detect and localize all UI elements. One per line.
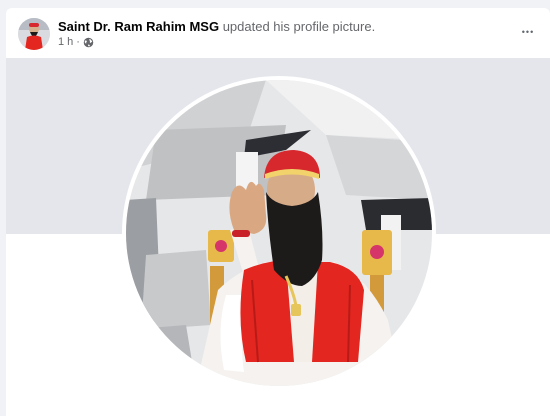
- post-meta: 1 h ·: [58, 36, 94, 48]
- more-horizontal-icon: •••: [521, 27, 535, 37]
- globe-icon[interactable]: [83, 37, 94, 48]
- more-options-button[interactable]: •••: [516, 22, 540, 42]
- post-action-text: updated his profile picture.: [219, 19, 376, 34]
- profile-photo: [126, 80, 432, 386]
- author-name-link[interactable]: Saint Dr. Ram Rahim MSG: [58, 19, 219, 34]
- post-header: Saint Dr. Ram Rahim MSG updated his prof…: [6, 8, 550, 58]
- meta-separator: ·: [76, 36, 80, 48]
- post-timestamp[interactable]: 1 h: [58, 36, 73, 48]
- avatar-image: [18, 18, 50, 50]
- profile-picture[interactable]: [126, 80, 432, 386]
- feed-post-card: Saint Dr. Ram Rahim MSG updated his prof…: [6, 8, 550, 416]
- author-avatar[interactable]: [18, 18, 50, 50]
- post-title-line: Saint Dr. Ram Rahim MSG updated his prof…: [58, 19, 375, 34]
